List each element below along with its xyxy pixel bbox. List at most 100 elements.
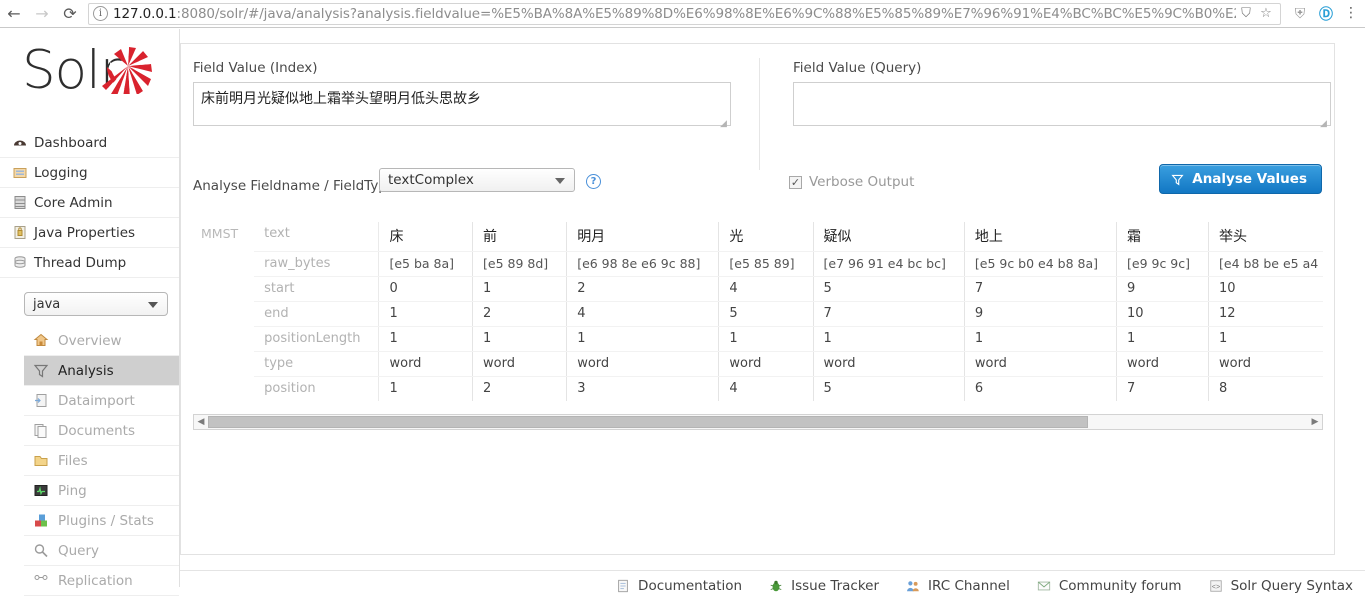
scrollbar-track[interactable] [208, 415, 1308, 429]
site-info-icon[interactable]: i [93, 6, 108, 21]
analyse-values-button[interactable]: Analyse Values [1159, 164, 1322, 194]
core-admin-icon [11, 194, 28, 211]
sidebar-item-dashboard[interactable]: Dashboard [0, 128, 179, 158]
sidebar-item-documents[interactable]: Documents [24, 416, 179, 446]
sidebar-item-label: Thread Dump [34, 255, 126, 271]
verbose-output-toggle[interactable]: ✓ Verbose Output [789, 174, 914, 190]
sidebar-item-label: Plugins / Stats [58, 513, 154, 529]
plugins-icon [32, 512, 49, 529]
sidebar-item-label: Query [58, 543, 99, 559]
svg-text:<>: <> [1211, 584, 1219, 592]
token-type: word [379, 352, 473, 377]
scroll-left-arrow-icon[interactable]: ◀ [194, 415, 208, 429]
shield-extension-icon[interactable]: ⛨ [1287, 6, 1313, 22]
analyse-values-label: Analyse Values [1192, 171, 1307, 187]
replication-icon [32, 572, 49, 589]
analysis-controls: Analyse Fieldname / FieldType: textCompl… [181, 156, 1334, 212]
help-icon[interactable]: ? [586, 174, 601, 189]
token-raw-bytes: [e5 ba 8a] [379, 252, 473, 277]
field-value-index-input[interactable] [193, 82, 731, 126]
sidebar-item-label: Dashboard [34, 135, 107, 151]
fieldtype-selected-value: textComplex [388, 172, 474, 188]
sidebar-item-thread-dump[interactable]: Thread Dump [0, 248, 179, 278]
token-raw-bytes: [e5 89 8d] [473, 252, 567, 277]
sidebar-item-query[interactable]: Query [24, 536, 179, 566]
core-selector[interactable]: java [24, 292, 168, 316]
sidebar-item-overview[interactable]: Overview [24, 326, 179, 356]
footer-link-issue-tracker[interactable]: Issue Tracker [768, 578, 879, 594]
field-value-index-label: Field Value (Index) [193, 60, 731, 76]
analysis-form: Field Value (Index) ◢ Field Value (Query… [181, 44, 1334, 156]
url-host: 127.0.0.1 [113, 6, 177, 22]
token-type: word [1117, 352, 1209, 377]
token-end: 9 [964, 302, 1116, 327]
scrollbar-thumb[interactable] [208, 416, 1088, 428]
token-raw-bytes: [e9 9c 9c] [1117, 252, 1209, 277]
sidebar-item-analysis[interactable]: Analysis [24, 356, 179, 386]
sidebar-item-ping[interactable]: Ping [24, 476, 179, 506]
token-raw-bytes: [e5 85 89] [719, 252, 813, 277]
scroll-right-arrow-icon[interactable]: ▶ [1308, 415, 1322, 429]
dataimport-icon [32, 392, 49, 409]
omnibox-icons: ⛉ ☆ [1236, 6, 1276, 21]
verbose-output-label: Verbose Output [809, 174, 914, 190]
sidebar-core-nav: Overview Analysis Dataimport Documents [0, 326, 179, 596]
footer-link-label: Issue Tracker [791, 578, 879, 594]
star-icon[interactable]: ☆ [1256, 6, 1276, 21]
fieldtype-select[interactable]: textComplex [379, 168, 575, 192]
token-start: 7 [964, 277, 1116, 302]
address-bar[interactable]: i 127.0.0.1:8080/solr/#/java/analysis?an… [88, 3, 1281, 25]
table-row: start 0 1 2 4 5 7 9 10 12 13 [193, 277, 1323, 302]
token-raw-bytes: [e4 b8 be e5 a4 b4] [1209, 252, 1324, 277]
field-value-query-input[interactable] [793, 82, 1331, 126]
token-position: 2 [473, 377, 567, 402]
resize-grip-icon[interactable]: ◢ [1320, 120, 1329, 129]
code-icon: <> [1208, 578, 1224, 594]
core-selector-value: java [33, 297, 60, 312]
token-end: 2 [473, 302, 567, 327]
sidebar-item-label: Files [58, 453, 88, 469]
sidebar-item-label: Core Admin [34, 195, 113, 211]
footer-link-documentation[interactable]: Documentation [615, 578, 742, 594]
results-scroll-viewport: MMST text 床 前 明月 光 疑似 地上 霜 举头 望 [193, 222, 1323, 401]
field-value-index-block: Field Value (Index) ◢ [193, 60, 731, 130]
d-extension-icon[interactable]: Ⓓ [1313, 4, 1339, 24]
token-position: 3 [567, 377, 719, 402]
documents-icon [32, 422, 49, 439]
token-start: 1 [473, 277, 567, 302]
sidebar-item-core-admin[interactable]: Core Admin [0, 188, 179, 218]
reload-icon[interactable]: ⟳ [56, 0, 84, 28]
token-start: 4 [719, 277, 813, 302]
three-dot-menu-icon[interactable]: ⋮ [1339, 9, 1363, 19]
sidebar-item-dataimport[interactable]: Dataimport [24, 386, 179, 416]
footer-link-label: Solr Query Syntax [1231, 578, 1353, 594]
table-row: end 1 2 4 5 7 9 10 12 13 15 [193, 302, 1323, 327]
solr-sunburst-icon [98, 44, 154, 94]
token-text: 霜 [1117, 222, 1209, 252]
row-label: type [254, 352, 379, 377]
footer-links: Documentation Issue Tracker IRC Channel … [180, 571, 1365, 601]
forward-arrow-icon[interactable]: → [28, 0, 56, 28]
token-end: 1 [379, 302, 473, 327]
sidebar-item-plugins-stats[interactable]: Plugins / Stats [24, 506, 179, 536]
results-horizontal-scrollbar[interactable]: ◀ ▶ [193, 414, 1323, 430]
sidebar-item-java-properties[interactable]: Java Properties [0, 218, 179, 248]
back-arrow-icon[interactable]: ← [0, 0, 28, 28]
chevron-down-icon [555, 178, 565, 184]
solr-logo[interactable]: Solr [0, 29, 179, 124]
sidebar-item-files[interactable]: Files [24, 446, 179, 476]
footer-link-solr-query-syntax[interactable]: <> Solr Query Syntax [1208, 578, 1353, 594]
resize-grip-icon[interactable]: ◢ [720, 120, 729, 129]
sidebar-item-replication[interactable]: Replication [24, 566, 179, 596]
translate-icon[interactable]: ⛉ [1236, 6, 1256, 21]
results-body: MMST text 床 前 明月 光 疑似 地上 霜 举头 望 [193, 222, 1323, 401]
sidebar-item-logging[interactable]: Logging [0, 158, 179, 188]
footer-link-community-forum[interactable]: Community forum [1036, 578, 1182, 594]
verbose-checkbox[interactable]: ✓ [789, 176, 802, 189]
row-label: end [254, 302, 379, 327]
token-start: 10 [1209, 277, 1324, 302]
table-row: raw_bytes [e5 ba 8a] [e5 89 8d] [e6 98 8… [193, 252, 1323, 277]
footer-link-irc-channel[interactable]: IRC Channel [905, 578, 1010, 594]
dashboard-icon [11, 134, 28, 151]
row-label: position [254, 377, 379, 402]
